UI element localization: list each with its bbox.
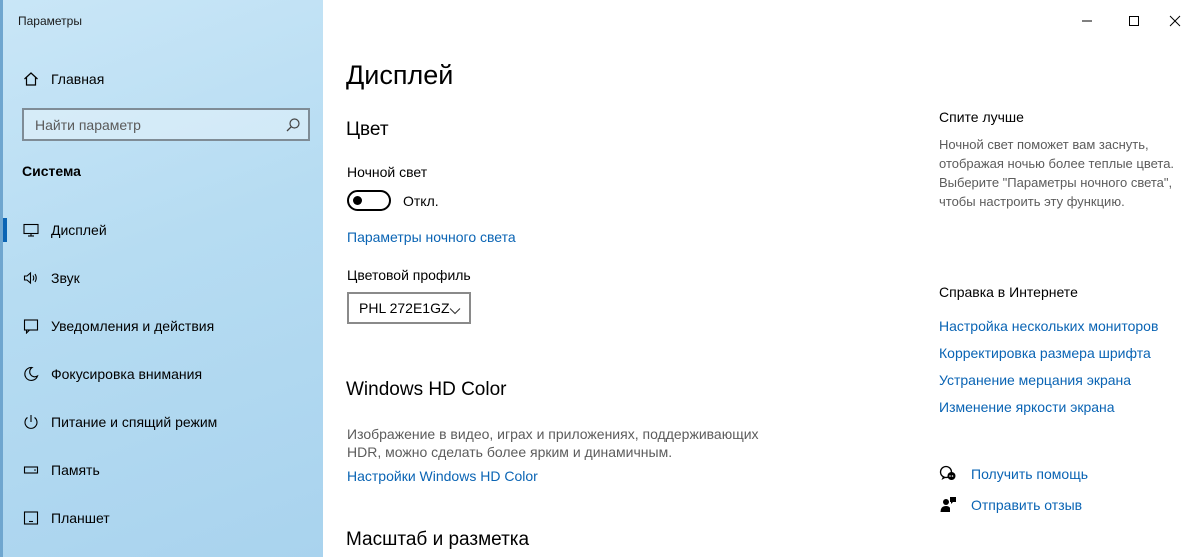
night-light-state: Откл. <box>403 193 439 209</box>
help-link-multiple-monitors[interactable]: Настройка нескольких мониторов <box>939 318 1158 334</box>
night-light-toggle[interactable] <box>347 190 391 211</box>
send-feedback-label: Отправить отзыв <box>971 497 1083 513</box>
get-help-label: Получить помощь <box>971 466 1089 482</box>
nav-home[interactable]: Главная <box>3 62 323 96</box>
sleep-better-description: Ночной свет поможет вам заснуть, отображ… <box>939 137 1175 209</box>
sidebar-item-label: Фокусировка внимания <box>51 366 203 382</box>
color-profile-value: PHL 272E1GZ <box>359 300 450 316</box>
sidebar-nav: Дисплей Звук Уведомления и действия Фоку… <box>3 206 323 542</box>
monitor-icon <box>22 221 40 239</box>
search-placeholder: Найти параметр <box>35 116 141 133</box>
color-profile-dropdown[interactable]: PHL 272E1GZ <box>347 292 471 324</box>
home-icon <box>22 70 40 88</box>
help-link-screen-flicker[interactable]: Устранение мерцания экрана <box>939 372 1131 388</box>
sidebar-item-tablet[interactable]: Планшет <box>3 494 323 542</box>
scale-heading: Масштаб и разметка <box>346 529 530 550</box>
sidebar-section-title: Система <box>22 163 81 179</box>
search-input[interactable]: Найти параметр <box>22 108 310 141</box>
night-light-label: Ночной свет <box>347 164 428 180</box>
feedback-icon <box>939 496 957 514</box>
sidebar-item-label: Звук <box>51 270 80 286</box>
help-link-font-size[interactable]: Корректировка размера шрифта <box>939 345 1151 361</box>
sidebar-item-power[interactable]: Питание и спящий режим <box>3 398 323 446</box>
color-profile-label: Цветовой профиль <box>347 267 471 283</box>
toggle-knob <box>353 196 362 205</box>
storage-icon <box>22 461 40 479</box>
sidebar-item-focus-assist[interactable]: Фокусировка внимания <box>3 350 323 398</box>
sidebar-item-label: Память <box>51 462 100 478</box>
power-icon <box>22 413 40 431</box>
search-icon[interactable] <box>285 117 301 133</box>
help-link-brightness[interactable]: Изменение яркости экрана <box>939 399 1115 415</box>
sidebar-item-label: Уведомления и действия <box>51 318 215 334</box>
notification-icon <box>22 317 40 335</box>
sidebar-item-label: Питание и спящий режим <box>51 414 218 430</box>
sidebar-item-storage[interactable]: Память <box>3 446 323 494</box>
speaker-icon <box>22 269 40 287</box>
hdr-settings-link[interactable]: Настройки Windows HD Color <box>347 468 538 484</box>
nav-home-label: Главная <box>51 71 105 87</box>
sidebar-item-notifications[interactable]: Уведомления и действия <box>3 302 323 350</box>
moon-icon <box>22 365 40 383</box>
tablet-icon <box>22 509 40 527</box>
hdr-heading: Windows HD Color <box>346 379 507 400</box>
chat-help-icon <box>939 465 957 483</box>
color-heading: Цвет <box>346 119 389 140</box>
sidebar: Параметры Главная Найти параметр Система… <box>0 0 323 557</box>
sidebar-item-sound[interactable]: Звук <box>3 254 323 302</box>
night-light-settings-link[interactable]: Параметры ночного света <box>347 229 516 245</box>
sleep-better-title: Спите лучше <box>939 109 1024 125</box>
app-title: Параметры <box>18 14 82 28</box>
online-help-title: Справка в Интернете <box>939 284 1078 300</box>
chevron-down-icon <box>449 303 461 315</box>
page-title: Дисплей <box>346 60 454 90</box>
sidebar-item-display[interactable]: Дисплей <box>3 206 323 254</box>
sidebar-item-label: Дисплей <box>51 222 107 238</box>
sidebar-item-label: Планшет <box>51 510 110 526</box>
hdr-description: Изображение в видео, играх и приложениях… <box>347 426 759 460</box>
